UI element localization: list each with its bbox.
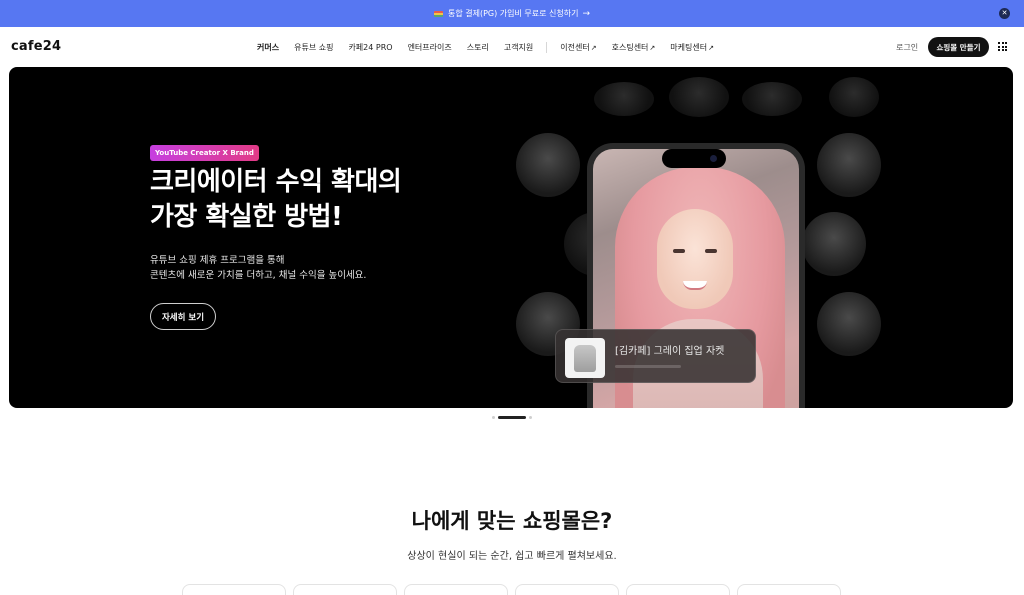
main-nav: 커머스 유튜브 쇼핑 카페24 PRO 엔터프라이즈 스토리 고객지원 이전센터… [257, 42, 729, 53]
shop-type-card[interactable] [182, 584, 286, 595]
creator-avatar [516, 133, 580, 197]
product-price-placeholder [615, 365, 681, 368]
section-subtitle: 상상이 현실이 되는 순간, 쉽고 빠르게 펼쳐보세요. [407, 551, 617, 562]
arrow-right-icon: → [582, 8, 591, 19]
hero-banner: YouTube Creator X Brand 크리에이터 수익 확대의 가장 … [9, 67, 1013, 408]
create-shop-button[interactable]: 쇼핑몰 만들기 [928, 37, 989, 57]
nav-item-youtube-shopping[interactable]: 유튜브 쇼핑 [294, 42, 333, 53]
creator-avatar [669, 77, 729, 117]
creator-avatar [817, 292, 881, 356]
hero-title-line: 크리에이터 수익 확대의 [150, 167, 402, 197]
nav-item-commerce[interactable]: 커머스 [257, 42, 279, 53]
creator-avatar [802, 212, 866, 276]
nav-item-label: 호스팅센터 [611, 43, 649, 52]
login-link[interactable]: 로그인 [896, 42, 918, 53]
shop-type-card[interactable] [515, 584, 619, 595]
nav-item-enterprise[interactable]: 엔터프라이즈 [408, 42, 452, 53]
close-icon[interactable]: ✕ [999, 8, 1010, 19]
nav-item-label: 마케팅센터 [670, 43, 708, 52]
creator-avatar [829, 77, 879, 117]
logo[interactable]: cafe24 [11, 39, 61, 54]
site-header: cafe24 커머스 유튜브 쇼핑 카페24 PRO 엔터프라이즈 스토리 고객… [0, 27, 1024, 67]
nav-item-cafe24-pro[interactable]: 카페24 PRO [348, 42, 392, 53]
apps-grid-icon[interactable] [998, 42, 1007, 51]
section-title: 나에게 맞는 쇼핑몰은? [411, 509, 613, 533]
nav-item-label: 이전센터 [560, 43, 590, 52]
hero-title-line: 가장 확실한 방법! [150, 202, 343, 232]
shop-type-card[interactable] [626, 584, 730, 595]
nav-item-support[interactable]: 고객지원 [504, 42, 533, 53]
creator-avatar [817, 133, 881, 197]
product-thumbnail [565, 338, 605, 378]
external-link-icon: ↗ [590, 44, 597, 52]
nav-item-marketing-center[interactable]: 마케팅센터↗ [670, 42, 714, 53]
flag-icon [433, 10, 443, 17]
hero-description-line: 유튜브 쇼핑 제휴 프로그램을 통해 [150, 255, 285, 266]
hero-description-line: 콘텐츠에 새로운 가치를 더하고, 채널 수익을 높이세요. [150, 270, 367, 281]
announcement-text[interactable]: 통합 결제(PG) 가입비 무료로 신청하기 [448, 8, 578, 19]
nav-item-migration-center[interactable]: 이전센터↗ [560, 42, 596, 53]
product-name: [김카페] 그레이 집업 자켓 [615, 346, 725, 357]
creator-avatar [594, 82, 654, 116]
external-link-icon: ↗ [649, 44, 656, 52]
nav-divider [546, 42, 548, 53]
carousel-dot-active[interactable] [498, 416, 526, 419]
jacket-icon [574, 345, 596, 372]
dynamic-island [662, 149, 726, 168]
nav-item-story[interactable]: 스토리 [467, 42, 489, 53]
shop-type-card[interactable] [293, 584, 397, 595]
shop-type-card[interactable] [404, 584, 508, 595]
hero-description: 유튜브 쇼핑 제휴 프로그램을 통해 콘텐츠에 새로운 가치를 더하고, 채널 … [150, 253, 366, 283]
carousel-dot[interactable] [492, 416, 495, 419]
shop-type-cards [182, 584, 848, 595]
product-card[interactable]: [김카페] 그레이 집업 자켓 [555, 329, 756, 383]
shop-type-card[interactable] [737, 584, 841, 595]
hero-badge: YouTube Creator X Brand [150, 145, 259, 161]
carousel-pagination [489, 416, 535, 419]
announcement-bar[interactable]: 통합 결제(PG) 가입비 무료로 신청하기 → ✕ [0, 0, 1024, 27]
hero-title: 크리에이터 수익 확대의 가장 확실한 방법! [150, 165, 402, 235]
carousel-dot[interactable] [529, 416, 532, 419]
nav-item-hosting-center[interactable]: 호스팅센터↗ [612, 42, 656, 53]
learn-more-button[interactable]: 자세히 보기 [150, 303, 216, 330]
external-link-icon: ↗ [708, 44, 714, 52]
creator-avatar [742, 82, 802, 116]
